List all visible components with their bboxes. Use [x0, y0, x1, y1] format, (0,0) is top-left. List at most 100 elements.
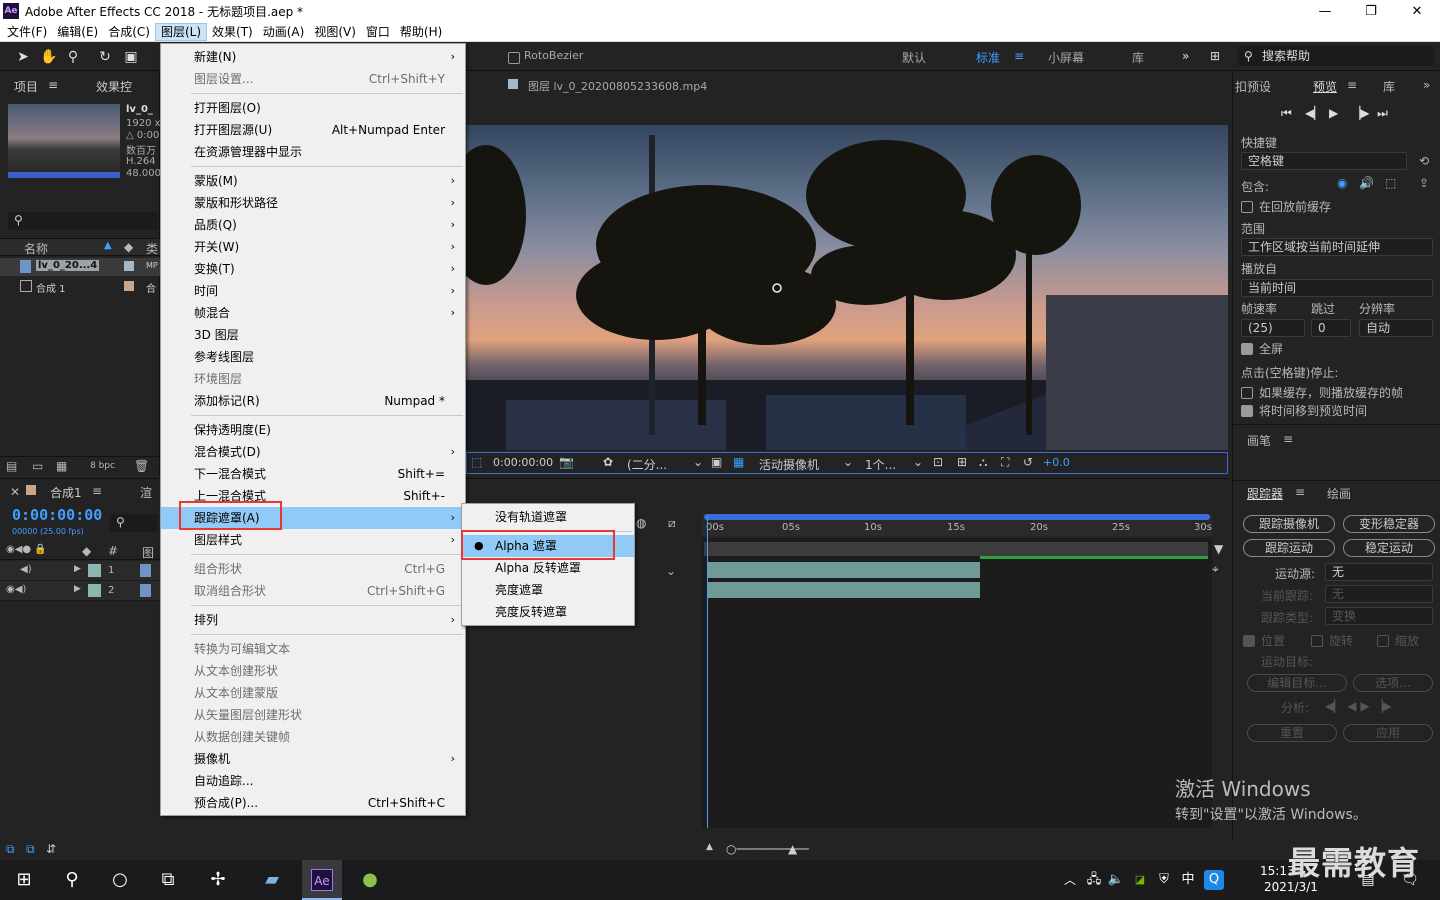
- menu-item[interactable]: 蒙版(M) ›: [161, 170, 465, 192]
- menu-item[interactable]: 开关(W) ›: [161, 236, 465, 258]
- toggle-pixel-aspect-icon[interactable]: ⊡: [933, 455, 943, 469]
- taskbar-search-icon[interactable]: ⚲: [60, 868, 84, 892]
- expand-arrow-icon[interactable]: ▶: [74, 584, 81, 594]
- windows-start-icon[interactable]: ⊞: [12, 868, 36, 892]
- menu-item[interactable]: 蒙版和形状路径 ›: [161, 192, 465, 214]
- work-area-end-icon[interactable]: ▼: [1214, 542, 1223, 556]
- zoom-timeline-icon[interactable]: ⌖: [1212, 562, 1219, 577]
- video-frame[interactable]: [466, 125, 1228, 450]
- first-frame-icon[interactable]: ⏮: [1281, 106, 1292, 121]
- motion-source-dropdown[interactable]: 无: [1325, 563, 1433, 581]
- maximize-button[interactable]: ❐: [1348, 0, 1394, 22]
- pinwheel-app-icon[interactable]: ✢: [206, 868, 230, 892]
- menu-item[interactable]: 新建(N) ›: [161, 46, 465, 68]
- more-panels-icon[interactable]: »: [1423, 78, 1430, 92]
- project-search-input[interactable]: ⚲: [8, 212, 158, 230]
- time-ruler[interactable]: 00s 05s 10s 15s 20s 25s 30s: [702, 514, 1212, 536]
- new-folder-icon[interactable]: ▭: [32, 459, 43, 473]
- views-dropdown[interactable]: 1个...: [865, 456, 896, 473]
- region-icon[interactable]: ⬚: [471, 455, 482, 469]
- chevron-down-icon[interactable]: ⌄: [666, 564, 676, 578]
- camera-dropdown[interactable]: 活动摄像机: [759, 456, 819, 473]
- resolution-dropdown[interactable]: (二分...: [627, 456, 667, 473]
- preview-menu-icon[interactable]: ≡: [1347, 78, 1357, 92]
- workspace-default[interactable]: 默认: [902, 49, 926, 66]
- toggle-modes-icon[interactable]: ⧉: [26, 842, 35, 857]
- tab-effect-controls[interactable]: 效果控: [96, 78, 132, 95]
- chevron-down-icon[interactable]: ⌄: [843, 455, 853, 469]
- cache-before-checkbox[interactable]: [1241, 201, 1253, 213]
- layer-duration-bar[interactable]: [708, 562, 980, 578]
- rotate-tool-icon[interactable]: ↻: [96, 48, 114, 66]
- snapshot-icon[interactable]: 📷: [559, 455, 574, 469]
- minimize-button[interactable]: —: [1302, 0, 1348, 22]
- menu-window[interactable]: 窗口: [361, 23, 395, 41]
- warp-stabilizer-button[interactable]: 变形稳定器: [1343, 515, 1435, 533]
- zoom-tool-icon[interactable]: ⚲: [64, 48, 82, 66]
- flowchart-icon[interactable]: ⛬: [979, 455, 987, 470]
- menu-item[interactable]: 参考线图层: [161, 346, 465, 368]
- export-icon[interactable]: ⇪: [1419, 176, 1429, 190]
- menu-item[interactable]: 自动追踪...: [161, 770, 465, 792]
- more-workspaces-icon[interactable]: »: [1182, 49, 1189, 63]
- delete-icon[interactable]: 🗑: [134, 459, 149, 473]
- visibility-toggle-icon[interactable]: ◉◀): [6, 584, 26, 595]
- menu-item[interactable]: 保持透明度(E): [161, 419, 465, 441]
- submenu-item[interactable]: 没有轨道遮罩: [462, 506, 634, 528]
- overlay-include-icon[interactable]: ⬚: [1385, 176, 1396, 190]
- bpc-label[interactable]: 8 bpc: [90, 461, 115, 471]
- timeline-search-input[interactable]: ⚲: [110, 514, 158, 532]
- close-button[interactable]: ✕: [1394, 0, 1440, 22]
- menu-edit[interactable]: 编辑(E): [52, 23, 103, 41]
- work-area-bar[interactable]: [704, 514, 1210, 520]
- audio-toggle-icon[interactable]: ◀): [20, 564, 32, 575]
- play-from-dropdown[interactable]: 当前时间: [1241, 279, 1433, 297]
- tab-render[interactable]: 渲: [140, 484, 152, 501]
- after-effects-taskbar-item[interactable]: Ae: [302, 860, 342, 900]
- menu-item[interactable]: 图层样式 ›: [161, 529, 465, 551]
- sort-ascending-icon[interactable]: ▲: [104, 240, 112, 251]
- brushes-menu-icon[interactable]: ≡: [1283, 432, 1293, 446]
- notepad-app-icon[interactable]: ▰: [260, 868, 284, 892]
- zoom-out-icon[interactable]: ▲: [706, 842, 713, 852]
- menu-item[interactable]: 变换(T) ›: [161, 258, 465, 280]
- close-tab-icon[interactable]: ✕: [10, 485, 20, 499]
- graph-editor-icon[interactable]: ⧄: [668, 516, 676, 531]
- workspace-menu-icon[interactable]: ≡: [1014, 49, 1024, 63]
- prev-frame-icon[interactable]: ◀▏: [1305, 106, 1323, 120]
- project-menu-icon[interactable]: ≡: [48, 78, 58, 92]
- submenu-item[interactable]: 亮度反转遮罩: [462, 601, 634, 623]
- workspace-small-screen[interactable]: 小屏幕: [1048, 49, 1084, 66]
- tab-brushes[interactable]: 画笔: [1247, 432, 1271, 449]
- tracker-menu-icon[interactable]: ≡: [1295, 485, 1305, 499]
- track-camera-button[interactable]: 跟踪摄像机: [1243, 515, 1335, 533]
- menu-item[interactable]: 3D 图层: [161, 324, 465, 346]
- range-dropdown[interactable]: 工作区域按当前时间延伸: [1241, 238, 1433, 256]
- current-time-indicator[interactable]: [707, 516, 708, 828]
- menu-item[interactable]: 混合模式(D) ›: [161, 441, 465, 463]
- selection-tool-icon[interactable]: ➤: [14, 48, 32, 66]
- qq-icon[interactable]: Q: [1204, 870, 1224, 890]
- fast-preview-icon[interactable]: ⊞: [957, 455, 967, 469]
- project-row[interactable]: lv_0_20...4 MP: [0, 258, 160, 276]
- sync-settings-icon[interactable]: ⊞: [1210, 49, 1220, 63]
- viewer-tab[interactable]: 图层 lv_0_20200805233608.mp4: [528, 78, 707, 94]
- reset-icon[interactable]: ⟲: [1419, 154, 1429, 168]
- expand-arrow-icon[interactable]: ▶: [74, 564, 81, 574]
- skip-dropdown[interactable]: 0: [1311, 319, 1351, 337]
- layer-duration-bar[interactable]: [708, 582, 980, 598]
- comp-menu-icon[interactable]: ≡: [92, 484, 102, 498]
- security-icon[interactable]: ⛨: [1152, 868, 1176, 892]
- fps-dropdown[interactable]: (25): [1241, 319, 1305, 337]
- workspace-library[interactable]: 库: [1132, 49, 1144, 66]
- resolution-dropdown[interactable]: 自动: [1359, 319, 1433, 337]
- ime-indicator[interactable]: 中: [1176, 868, 1200, 892]
- next-frame-icon[interactable]: ▕▶: [1351, 106, 1369, 120]
- menu-item[interactable]: 打开图层源(U) Alt+Numpad Enter: [161, 119, 465, 141]
- network-icon[interactable]: 🖧: [1082, 868, 1106, 892]
- menu-item[interactable]: 下一混合模式 Shift+=: [161, 463, 465, 485]
- tab-comp1[interactable]: 合成1: [50, 484, 82, 501]
- play-icon[interactable]: ▶: [1329, 106, 1338, 120]
- search-help-input[interactable]: ⚲ 搜索帮助: [1238, 46, 1434, 66]
- menu-animation[interactable]: 动画(A): [258, 23, 310, 41]
